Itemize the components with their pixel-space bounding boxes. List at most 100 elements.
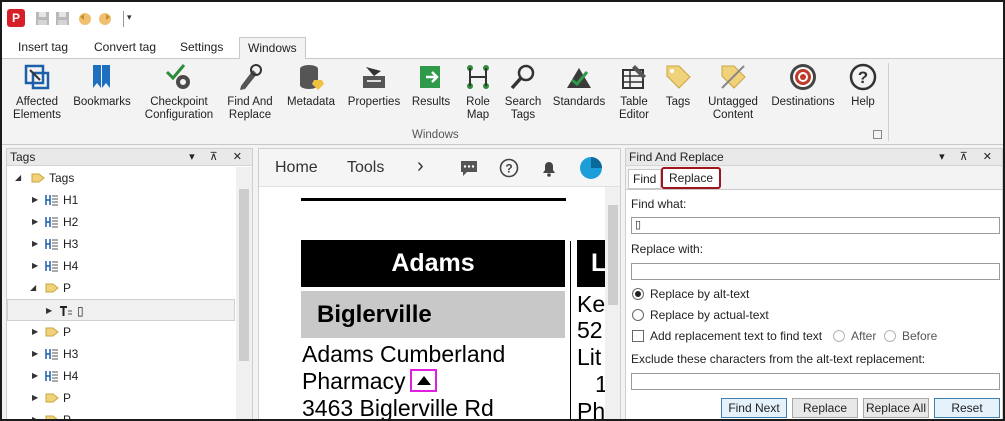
- exclude-label: Exclude these characters from the alt-te…: [631, 352, 926, 366]
- destinations-button[interactable]: Destinations: [768, 62, 838, 109]
- tree-label: P: [63, 325, 72, 339]
- collapse-arrow-icon[interactable]: ▶: [32, 255, 38, 277]
- tree-item-p[interactable]: ▶ P: [7, 321, 235, 343]
- tools-link[interactable]: Tools: [347, 159, 384, 177]
- collapse-arrow-icon[interactable]: ▶: [32, 387, 38, 409]
- tags-panel-controls[interactable]: ▾ ⊼ ✕: [189, 149, 248, 166]
- find-and-replace-label-2: Replace: [228, 109, 272, 121]
- tree-item-h3[interactable]: ▶ H3: [7, 233, 235, 255]
- replace-button[interactable]: Replace: [792, 398, 858, 418]
- page-rule: [301, 198, 566, 201]
- county-header: Adams: [301, 240, 565, 287]
- untagged-content-button[interactable]: Untagged Content: [702, 62, 764, 122]
- save-as-icon[interactable]: [55, 11, 70, 26]
- help-button[interactable]: ? Help: [844, 62, 882, 109]
- collapse-arrow-icon[interactable]: ▶: [32, 189, 38, 211]
- dialog-launcher-icon[interactable]: [873, 130, 882, 139]
- tab-insert-tag[interactable]: Insert tag: [10, 37, 76, 59]
- tree-item-p[interactable]: ▶ P: [7, 387, 235, 409]
- untagged-icon: [721, 65, 746, 89]
- metadata-button[interactable]: Metadata: [282, 62, 340, 109]
- replace-with-input[interactable]: [631, 263, 1000, 280]
- tree-item-h4[interactable]: ▶ H4: [7, 365, 235, 387]
- bookmarks-button[interactable]: Bookmarks: [70, 62, 134, 109]
- tags-scrollbar[interactable]: [236, 167, 252, 419]
- collapse-arrow-icon[interactable]: ▶: [32, 233, 38, 255]
- tree-item-p[interactable]: ▶ P: [7, 409, 235, 419]
- heading-icon: [45, 261, 58, 272]
- svg-text:?: ?: [505, 162, 512, 176]
- affected-elements-button[interactable]: Affected Elements: [8, 62, 66, 122]
- home-link[interactable]: Home: [275, 159, 318, 177]
- help-icon: ?: [849, 63, 877, 91]
- tab-replace[interactable]: Replace: [661, 167, 722, 189]
- find-replace-controls[interactable]: ▾ ⊼ ✕: [939, 149, 998, 166]
- tree-item-h2[interactable]: ▶ H2: [7, 211, 235, 233]
- tree-item-h3[interactable]: ▶ H3: [7, 343, 235, 365]
- tags-button[interactable]: Tags: [660, 62, 696, 109]
- tab-convert-tag[interactable]: Convert tag: [86, 37, 164, 59]
- after-radio[interactable]: [833, 330, 845, 342]
- tree-item-h1[interactable]: ▶ H1: [7, 189, 235, 211]
- customize-dropdown-icon[interactable]: ▾: [127, 12, 132, 23]
- collapse-arrow-icon[interactable]: ▶: [32, 409, 38, 419]
- search-tags-button[interactable]: Search Tags: [502, 62, 544, 122]
- expand-arrow-icon[interactable]: ◢: [15, 167, 21, 189]
- column2-line3: Lit: [577, 344, 602, 370]
- replace-all-button[interactable]: Replace All: [863, 398, 929, 418]
- replace-by-actual-radio[interactable]: [632, 309, 644, 321]
- before-radio[interactable]: [884, 330, 896, 342]
- find-replace-title: Find And Replace: [629, 150, 724, 164]
- checkpoint-configuration-button[interactable]: Checkpoint Configuration: [140, 62, 218, 122]
- tab-windows[interactable]: Windows: [239, 37, 306, 60]
- collapse-arrow-icon[interactable]: ▶: [32, 365, 38, 387]
- up-triangle-icon: [417, 376, 431, 385]
- collapse-arrow-icon[interactable]: ▶: [46, 300, 52, 322]
- tab-settings[interactable]: Settings: [172, 37, 231, 59]
- tree-item-tags-root[interactable]: ◢ Tags: [7, 167, 235, 189]
- account-icon[interactable]: [579, 156, 603, 180]
- table-editor-icon: [622, 65, 646, 89]
- tab-find[interactable]: Find: [628, 169, 662, 189]
- reset-button[interactable]: Reset: [934, 398, 1000, 418]
- save-icon[interactable]: [35, 11, 50, 26]
- untagged-content-label-2: Content: [712, 109, 754, 121]
- help-label: Help: [851, 96, 875, 108]
- collapse-arrow-icon[interactable]: ▶: [32, 321, 38, 343]
- document-scrollbar[interactable]: [605, 187, 620, 419]
- find-what-input[interactable]: ▯: [631, 217, 1000, 234]
- properties-label: Properties: [347, 96, 401, 108]
- tree-item-content-selected[interactable]: ▶ ▯: [7, 299, 235, 321]
- find-and-replace-button[interactable]: Find And Replace: [222, 62, 278, 122]
- bell-icon[interactable]: [539, 158, 559, 178]
- comment-icon[interactable]: [459, 158, 479, 178]
- app-logo-icon[interactable]: P: [7, 9, 25, 27]
- scrollbar-thumb[interactable]: [239, 189, 249, 361]
- tag-icon: [45, 327, 59, 337]
- find-next-button[interactable]: Find Next: [721, 398, 787, 418]
- tag-marker-highlight[interactable]: [410, 369, 437, 392]
- undo-icon[interactable]: [77, 11, 92, 26]
- exclude-input[interactable]: [631, 373, 1000, 390]
- affected-elements-icon: [24, 64, 50, 90]
- add-replacement-checkbox[interactable]: [632, 330, 644, 342]
- tree-label: Tags: [49, 171, 75, 185]
- expand-arrow-icon[interactable]: ◢: [30, 277, 36, 299]
- chevron-right-icon[interactable]: ›: [417, 155, 424, 178]
- redo-icon[interactable]: [98, 11, 113, 26]
- replace-by-alt-radio[interactable]: [632, 288, 644, 300]
- table-editor-button[interactable]: Table Editor: [614, 62, 654, 122]
- standards-button[interactable]: Standards: [550, 62, 608, 109]
- tree-item-h4[interactable]: ▶ H4: [7, 255, 235, 277]
- role-map-button[interactable]: Role Map: [458, 62, 498, 122]
- collapse-arrow-icon[interactable]: ▶: [32, 343, 38, 365]
- heading-icon: [45, 371, 58, 382]
- tree-item-p-expanded[interactable]: ◢ P: [7, 277, 235, 299]
- scrollbar-thumb[interactable]: [608, 205, 618, 305]
- help-icon[interactable]: ?: [499, 158, 519, 178]
- properties-button[interactable]: Properties: [344, 62, 404, 109]
- results-button[interactable]: Results: [408, 62, 454, 109]
- after-label: After: [851, 329, 877, 343]
- collapse-arrow-icon[interactable]: ▶: [32, 211, 38, 233]
- tree-label: P: [63, 391, 72, 405]
